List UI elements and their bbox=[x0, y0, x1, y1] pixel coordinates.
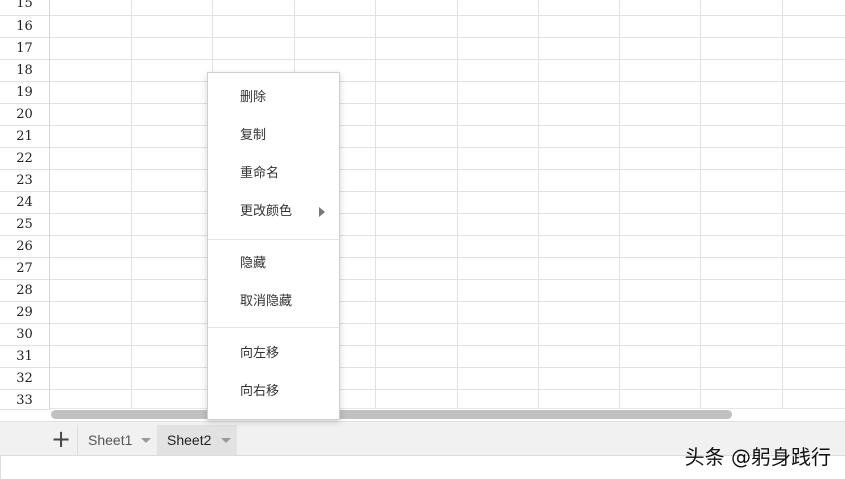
grid-row-line bbox=[50, 191, 845, 192]
menu-item-hide[interactable]: 隐藏 bbox=[208, 245, 339, 283]
grid-row-line bbox=[50, 125, 845, 126]
row-header-30[interactable]: 30 bbox=[0, 324, 50, 346]
spreadsheet-grid[interactable]: 15 16 17 18 19 20 21 22 23 24 25 26 27 2… bbox=[0, 0, 845, 410]
grid-column-line bbox=[782, 0, 783, 410]
grid-column-line bbox=[700, 0, 701, 410]
grid-row-line bbox=[50, 103, 845, 104]
menu-item-delete[interactable]: 删除 bbox=[208, 79, 339, 117]
grid-row-line bbox=[50, 81, 845, 82]
row-header-24[interactable]: 24 bbox=[0, 192, 50, 214]
row-header-17[interactable]: 17 bbox=[0, 38, 50, 60]
grid-row-line bbox=[50, 147, 845, 148]
grid-row-line bbox=[50, 301, 845, 302]
menu-item-move-left[interactable]: 向左移 bbox=[208, 335, 339, 373]
sheet-tab-label: Sheet2 bbox=[167, 432, 212, 448]
grid-row-line bbox=[50, 15, 845, 16]
row-header-19[interactable]: 19 bbox=[0, 82, 50, 104]
grid-row-line bbox=[50, 323, 845, 324]
menu-item-change-color[interactable]: 更改颜色 bbox=[208, 193, 339, 231]
grid-row-line bbox=[50, 59, 845, 60]
horizontal-scrollbar-thumb[interactable] bbox=[51, 410, 732, 419]
chevron-down-icon[interactable] bbox=[221, 438, 231, 443]
watermark: 头条 @躬身践行 bbox=[684, 445, 831, 469]
grid-row-line bbox=[50, 37, 845, 38]
add-sheet-button[interactable]: + bbox=[46, 424, 76, 454]
grid-row-line bbox=[50, 169, 845, 170]
grid-row-line bbox=[50, 345, 845, 346]
grid-row-line bbox=[50, 367, 845, 368]
row-header-26[interactable]: 26 bbox=[0, 236, 50, 258]
row-header-16[interactable]: 16 bbox=[0, 16, 50, 38]
grid-row-line bbox=[50, 235, 845, 236]
menu-item-label: 更改颜色 bbox=[240, 204, 293, 219]
row-header-21[interactable]: 21 bbox=[0, 126, 50, 148]
menu-divider bbox=[208, 239, 339, 240]
grid-column-line bbox=[538, 0, 539, 410]
row-header-27[interactable]: 27 bbox=[0, 258, 50, 280]
menu-item-copy[interactable]: 复制 bbox=[208, 117, 339, 155]
chevron-down-icon[interactable] bbox=[141, 438, 151, 443]
menu-divider bbox=[208, 327, 339, 328]
row-header-32[interactable]: 32 bbox=[0, 368, 50, 390]
menu-item-unhide[interactable]: 取消隐藏 bbox=[208, 283, 339, 321]
row-header-20[interactable]: 20 bbox=[0, 104, 50, 126]
sheet-tab-label: Sheet1 bbox=[88, 432, 133, 448]
sheet-tab-sheet1[interactable]: Sheet1 bbox=[77, 425, 157, 455]
menu-item-move-right[interactable]: 向右移 bbox=[208, 373, 339, 411]
row-header-31[interactable]: 31 bbox=[0, 346, 50, 368]
sheet-tab-sheet2[interactable]: Sheet2 bbox=[157, 425, 237, 455]
grid-row-line bbox=[50, 279, 845, 280]
grid-column-line bbox=[375, 0, 376, 410]
row-header-33[interactable]: 33 bbox=[0, 390, 50, 410]
row-header-23[interactable]: 23 bbox=[0, 170, 50, 192]
row-header-22[interactable]: 22 bbox=[0, 148, 50, 170]
grid-column-line bbox=[131, 0, 132, 410]
row-header-25[interactable]: 25 bbox=[0, 214, 50, 236]
grid-row-line bbox=[50, 213, 845, 214]
menu-item-rename[interactable]: 重命名 bbox=[208, 155, 339, 193]
grid-row-line bbox=[50, 257, 845, 258]
row-header-28[interactable]: 28 bbox=[0, 280, 50, 302]
triangle-right-icon bbox=[319, 207, 325, 217]
grid-row-line bbox=[50, 389, 845, 390]
grid-column-line bbox=[457, 0, 458, 410]
grid-column-line bbox=[619, 0, 620, 410]
row-header-18[interactable]: 18 bbox=[0, 60, 50, 82]
sheet-tab-context-menu: 删除 复制 重命名 更改颜色 隐藏 取消隐藏 向左移 向右移 bbox=[207, 72, 340, 420]
row-header-15[interactable]: 15 bbox=[0, 0, 50, 16]
row-header-29[interactable]: 29 bbox=[0, 302, 50, 324]
